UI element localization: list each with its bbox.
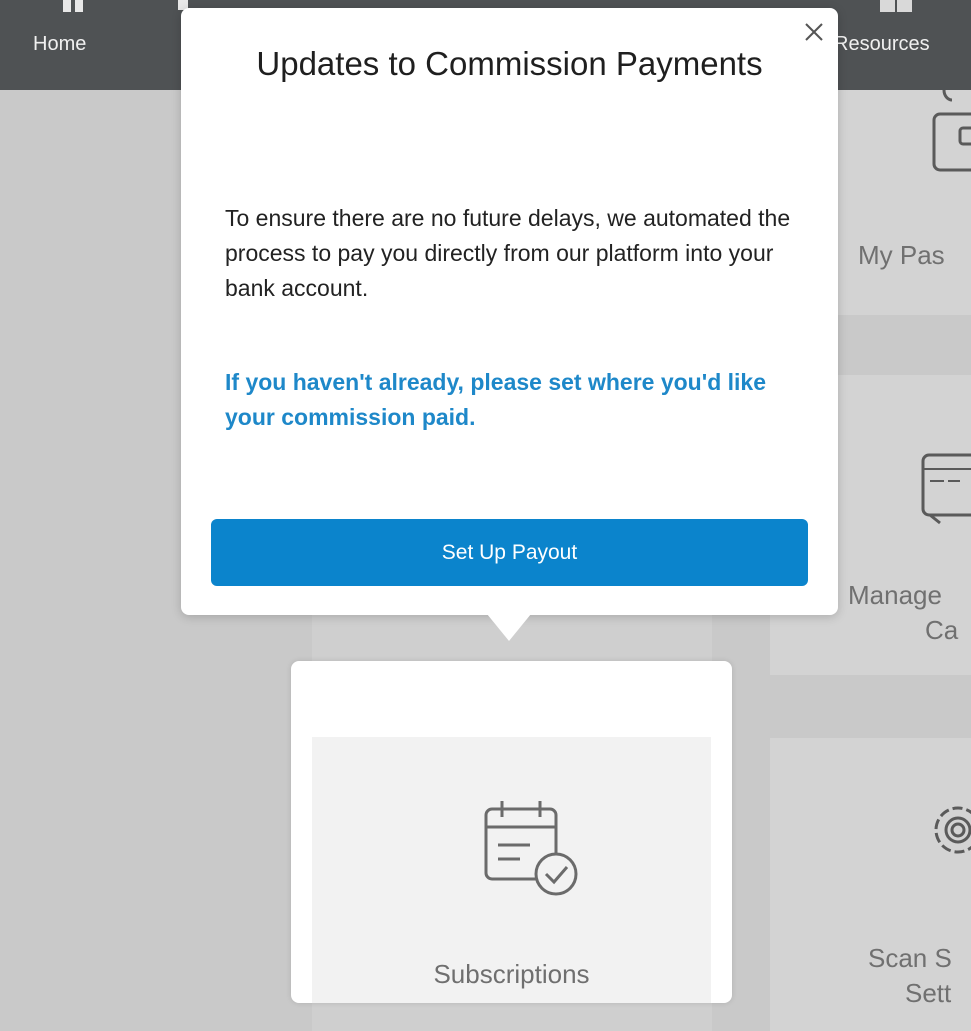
close-icon[interactable] [802, 20, 826, 44]
modal-pointer-arrow [487, 614, 531, 641]
nav-item-resources[interactable]: Resources [820, 0, 971, 90]
home-icon [63, 0, 83, 12]
password-icon [932, 90, 971, 172]
modal-title: Updates to Commission Payments [256, 45, 763, 82]
book-icon [879, 0, 912, 12]
nav-label: Resources [834, 33, 930, 55]
commission-update-modal: Updates to Commission Payments To ensure… [181, 8, 838, 615]
subscriptions-card-body: Subscriptions [312, 737, 711, 1003]
card-icon [921, 453, 971, 525]
page: Home Resources Sales Commission My Pas [0, 0, 971, 1031]
nav-label: Home [33, 33, 87, 55]
tile-label: Ca [925, 615, 959, 645]
tile-label: Scan S [868, 943, 952, 973]
nav-item-home[interactable]: Home [33, 0, 113, 90]
scan-settings-tile: Scan S Sett [770, 738, 971, 1031]
tile-label: Sett [905, 978, 952, 1008]
modal-body-text: To ensure there are no future delays, we… [225, 205, 791, 301]
subscriptions-card[interactable]: Subscriptions [291, 661, 732, 1003]
tile-label: My Pas [858, 240, 945, 270]
modal-callout-text: If you haven't already, please set where… [225, 369, 766, 430]
subscriptions-label: Subscriptions [433, 959, 590, 989]
set-up-payout-button[interactable]: Set Up Payout [211, 519, 808, 586]
calendar-check-icon [484, 801, 578, 896]
gear-icon [934, 806, 971, 854]
tile-label: Manage [848, 580, 942, 610]
